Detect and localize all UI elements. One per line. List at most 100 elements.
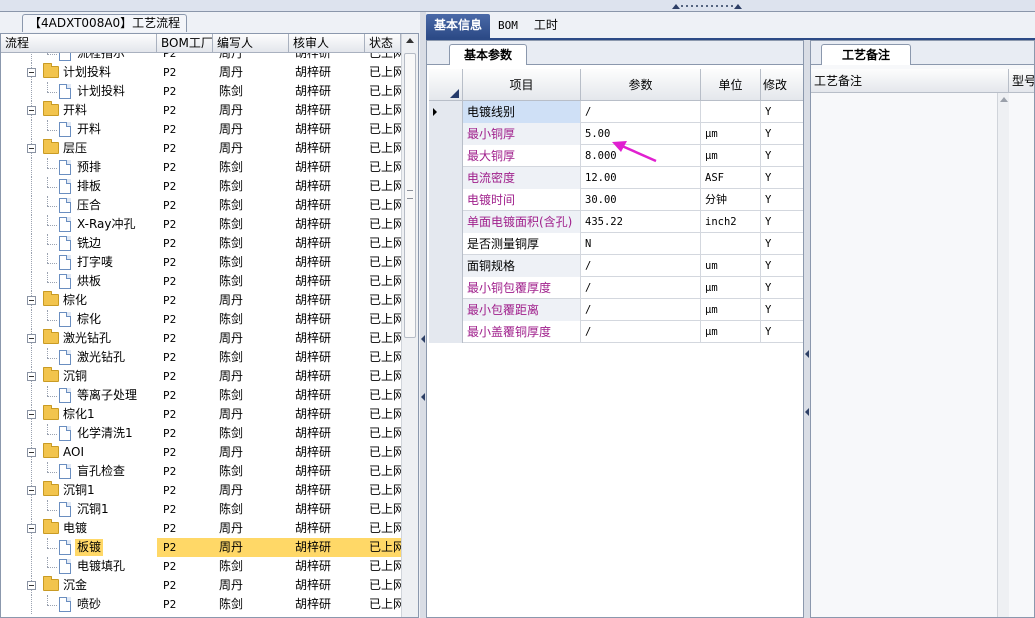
tree-node[interactable]: X-Ray冲孔 bbox=[1, 215, 157, 234]
tree-row[interactable]: 沉铜1 P2 周丹 胡梓研 已上网 bbox=[1, 481, 401, 500]
param-row[interactable]: 电流密度 12.00 ASF Y bbox=[429, 167, 803, 189]
collapse-node-icon[interactable] bbox=[27, 486, 36, 495]
param-unit-cell[interactable] bbox=[701, 233, 761, 255]
param-row[interactable]: 最小盖覆铜厚度 / μm Y bbox=[429, 321, 803, 343]
collapse-node-icon[interactable] bbox=[27, 524, 36, 533]
scrollbar-thumb[interactable] bbox=[404, 53, 416, 338]
notes-scroll-up-icon[interactable] bbox=[1000, 97, 1008, 102]
tree-node[interactable]: 化学清洗1 bbox=[1, 424, 157, 443]
tree-row[interactable]: 沉铜1 P2 陈剑 胡梓研 已上网 bbox=[1, 500, 401, 519]
tree-row[interactable]: 打字唛 P2 陈剑 胡梓研 已上网 bbox=[1, 253, 401, 272]
drag-grip-icon[interactable] bbox=[672, 2, 742, 10]
tree-node[interactable]: 开料 bbox=[1, 120, 157, 139]
tree-node[interactable]: 沉铜 bbox=[1, 367, 157, 386]
tree-node[interactable]: 板镀 bbox=[1, 538, 157, 557]
param-unit-cell[interactable]: ASF bbox=[701, 167, 761, 189]
tree-node[interactable]: 开料 bbox=[1, 101, 157, 120]
param-value-cell[interactable]: N bbox=[581, 233, 701, 255]
col-header-item[interactable]: 项目 bbox=[463, 69, 581, 101]
tree-row[interactable]: 压合 P2 陈剑 胡梓研 已上网 bbox=[1, 196, 401, 215]
param-row[interactable]: 电镀时间 30.00 分钟 Y bbox=[429, 189, 803, 211]
col-header-param[interactable]: 参数 bbox=[581, 69, 701, 101]
param-modify-cell[interactable]: Y bbox=[761, 211, 803, 233]
row-indicator[interactable] bbox=[429, 167, 463, 189]
tree-node[interactable]: 电镀 bbox=[1, 519, 157, 538]
param-row[interactable]: 单面电镀面积(含孔) 435.22 inch2 Y bbox=[429, 211, 803, 233]
tree-node[interactable]: 计划投料 bbox=[1, 63, 157, 82]
tree-node[interactable]: 电镀填孔 bbox=[1, 557, 157, 576]
tree-node[interactable]: 排板 bbox=[1, 177, 157, 196]
param-modify-cell[interactable]: Y bbox=[761, 189, 803, 211]
tree-node[interactable]: 压合 bbox=[1, 196, 157, 215]
row-indicator[interactable] bbox=[429, 299, 463, 321]
row-indicator[interactable] bbox=[429, 145, 463, 167]
param-row[interactable]: 面铜规格 / um Y bbox=[429, 255, 803, 277]
tree-scrollbar[interactable] bbox=[401, 34, 418, 617]
param-row[interactable]: 最小铜包覆厚度 / μm Y bbox=[429, 277, 803, 299]
tree-node[interactable]: 计划投料 bbox=[1, 82, 157, 101]
tree-row[interactable]: 开料 P2 周丹 胡梓研 已上网 bbox=[1, 120, 401, 139]
tree-row[interactable]: 棕化 P2 周丹 胡梓研 已上网 bbox=[1, 291, 401, 310]
collapse-mid-icon[interactable] bbox=[805, 350, 809, 358]
collapse-mid-icon-2[interactable] bbox=[805, 408, 809, 416]
param-modify-cell[interactable]: Y bbox=[761, 233, 803, 255]
param-unit-cell[interactable]: μm bbox=[701, 321, 761, 343]
col-header-modify[interactable]: 修改 bbox=[761, 69, 803, 101]
param-value-cell[interactable]: 8.000 bbox=[581, 145, 701, 167]
tree-row[interactable]: 激光钻孔 P2 陈剑 胡梓研 已上网 bbox=[1, 348, 401, 367]
param-unit-cell[interactable]: μm bbox=[701, 123, 761, 145]
tree-row[interactable]: 开料 P2 周丹 胡梓研 已上网 bbox=[1, 101, 401, 120]
row-indicator[interactable] bbox=[429, 255, 463, 277]
tree-row[interactable]: 电镀 P2 周丹 胡梓研 已上网 bbox=[1, 519, 401, 538]
collapse-node-icon[interactable] bbox=[27, 144, 36, 153]
param-value-cell[interactable]: 30.00 bbox=[581, 189, 701, 211]
param-value-cell[interactable]: 12.00 bbox=[581, 167, 701, 189]
param-unit-cell[interactable]: inch2 bbox=[701, 211, 761, 233]
param-unit-cell[interactable]: μm bbox=[701, 277, 761, 299]
param-row[interactable]: 最大铜厚 8.000 μm Y bbox=[429, 145, 803, 167]
tree-row[interactable]: AOI P2 周丹 胡梓研 已上网 bbox=[1, 443, 401, 462]
tree-row[interactable]: 喷砂 P2 陈剑 胡梓研 已上网 bbox=[1, 595, 401, 614]
row-indicator[interactable] bbox=[429, 123, 463, 145]
tree-node[interactable]: 激光钻孔 bbox=[1, 329, 157, 348]
param-unit-cell[interactable]: um bbox=[701, 255, 761, 277]
tree-node[interactable]: 预排 bbox=[1, 158, 157, 177]
tab-basic-params[interactable]: 基本参数 bbox=[449, 44, 528, 65]
tree-row[interactable]: 沉铜 P2 周丹 胡梓研 已上网 bbox=[1, 367, 401, 386]
tree-row[interactable]: 计划投料 P2 周丹 胡梓研 已上网 bbox=[1, 63, 401, 82]
collapse-node-icon[interactable] bbox=[27, 334, 36, 343]
process-flow-title-tab[interactable]: 【4ADXT008A0】工艺流程 bbox=[22, 14, 188, 32]
collapse-left-icon[interactable] bbox=[421, 335, 425, 343]
tree-node[interactable]: 棕化 bbox=[1, 291, 157, 310]
param-row[interactable]: 最小铜厚 5.00 μm Y bbox=[429, 123, 803, 145]
row-indicator[interactable] bbox=[429, 211, 463, 233]
row-indicator[interactable] bbox=[429, 101, 463, 123]
param-modify-cell[interactable]: Y bbox=[761, 255, 803, 277]
param-modify-cell[interactable]: Y bbox=[761, 123, 803, 145]
row-indicator[interactable] bbox=[429, 233, 463, 255]
col-header-unit[interactable]: 单位 bbox=[701, 69, 761, 101]
tree-row[interactable]: 电镀填孔 P2 陈剑 胡梓研 已上网 bbox=[1, 557, 401, 576]
col-header-bom-factory[interactable]: BOM工厂 bbox=[157, 34, 213, 53]
tree-row[interactable]: 层压 P2 周丹 胡梓研 已上网 bbox=[1, 139, 401, 158]
param-value-cell[interactable]: / bbox=[581, 255, 701, 277]
param-row[interactable]: 电镀线别 / Y bbox=[429, 101, 803, 123]
tree-row[interactable]: 等离子处理 P2 陈剑 胡梓研 已上网 bbox=[1, 386, 401, 405]
param-modify-cell[interactable]: Y bbox=[761, 167, 803, 189]
param-modify-cell[interactable]: Y bbox=[761, 299, 803, 321]
param-value-cell[interactable]: / bbox=[581, 101, 701, 123]
tree-row[interactable]: 激光钻孔 P2 周丹 胡梓研 已上网 bbox=[1, 329, 401, 348]
tree-row[interactable]: 预排 P2 陈剑 胡梓研 已上网 bbox=[1, 158, 401, 177]
tree-row-selected[interactable]: 板镀 P2周丹胡梓研已上网 bbox=[1, 538, 401, 557]
tree-node[interactable]: 铣边 bbox=[1, 234, 157, 253]
tree-node[interactable]: 沉铜1 bbox=[1, 481, 157, 500]
tree-row[interactable]: 盲孔检查 P2 陈剑 胡梓研 已上网 bbox=[1, 462, 401, 481]
notes-scrollbar[interactable] bbox=[997, 93, 1009, 617]
param-modify-cell[interactable]: Y bbox=[761, 277, 803, 299]
top-collapse-strip[interactable] bbox=[0, 0, 1035, 12]
tab-work-hours[interactable]: 工时 bbox=[526, 14, 566, 38]
tab-bom[interactable]: BOM bbox=[490, 14, 526, 38]
tree-node[interactable]: 沉铜1 bbox=[1, 500, 157, 519]
tree-node[interactable]: 盲孔检查 bbox=[1, 462, 157, 481]
param-value-cell[interactable]: 5.00 bbox=[581, 123, 701, 145]
